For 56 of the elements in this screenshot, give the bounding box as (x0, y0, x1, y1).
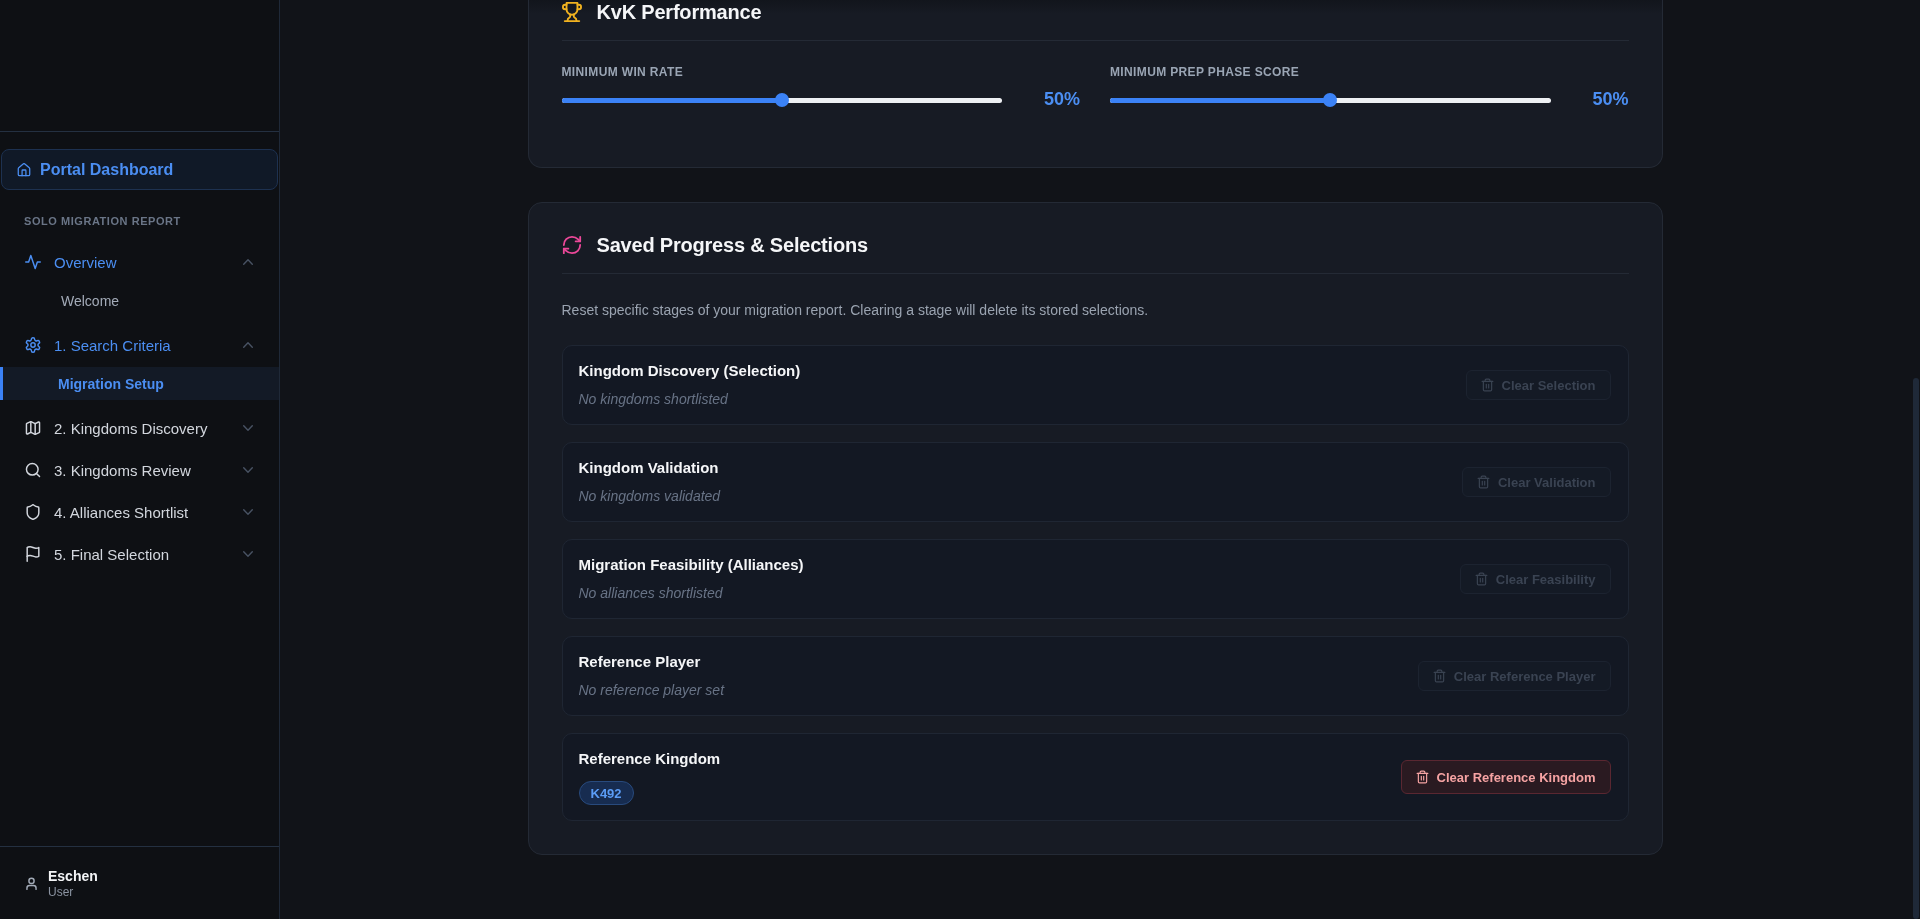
trash-icon (1415, 770, 1429, 784)
trash-icon (1432, 669, 1446, 683)
nav-item[interactable]: 5. Final Selection (0, 533, 279, 575)
user-role: User (48, 884, 75, 899)
chevron-up-icon (243, 342, 253, 348)
slider-label: MINIMUM PREP PHASE SCORE (1110, 65, 1301, 79)
trophy-icon (561, 2, 582, 22)
slider-value: 50% (1042, 89, 1080, 110)
kingdom-tag: K492 (578, 781, 634, 805)
stage-status: No kingdoms shortlisted (578, 390, 728, 409)
flag-icon (25, 546, 41, 562)
nav-subitem[interactable]: Welcome (0, 284, 279, 317)
stage-title: Reference Player (578, 652, 701, 672)
chevron-up-icon (243, 259, 253, 265)
chevron-down-icon (243, 551, 253, 557)
gear-icon (25, 337, 41, 353)
shield-icon (25, 504, 41, 520)
stage-status: No alliances shortlisted (578, 584, 723, 603)
nav-item[interactable]: 2. Kingdoms Discovery (0, 407, 279, 449)
nav-item[interactable]: 1. Search Criteria (0, 324, 279, 366)
refresh-icon (561, 235, 582, 255)
slider-thumb[interactable] (1323, 92, 1338, 107)
nav-item[interactable]: 3. Kingdoms Review (0, 449, 279, 491)
clear-button[interactable]: Clear Reference Kingdom (1400, 760, 1611, 794)
home-button[interactable]: Portal Dashboard (1, 149, 278, 190)
stage-title: Kingdom Validation (578, 458, 719, 478)
chevron-down-icon (243, 509, 253, 515)
stage-status: No reference player set (578, 681, 725, 700)
search-icon (25, 462, 41, 478)
user-name: Eschen (48, 867, 98, 885)
trash-icon (1474, 572, 1488, 586)
stage-title: Reference Kingdom (578, 749, 721, 769)
map-icon (25, 420, 41, 436)
user-icon (26, 876, 37, 890)
slider-track[interactable] (561, 92, 1002, 107)
pulse-icon (25, 254, 41, 270)
slider-label: MINIMUM WIN RATE (561, 65, 685, 79)
card-title: Saved Progress & Selections (596, 233, 868, 257)
scrollbar-thumb[interactable] (1913, 378, 1919, 919)
nav-item[interactable]: Overview (0, 241, 279, 283)
stage-title: Migration Feasibility (Alliances) (578, 555, 804, 575)
stage-status: No kingdoms validated (578, 487, 721, 506)
slider-track[interactable] (1110, 92, 1551, 107)
card-title: KvK Performance (596, 0, 762, 24)
description-text: Reset specific stages of your migration report. Clearing a stage will delete its stored selections. (561, 301, 1150, 320)
stage-title: Kingdom Discovery (Selection) (578, 361, 801, 381)
trash-icon (1480, 378, 1494, 392)
slider-thumb[interactable] (774, 92, 789, 107)
section-heading: SOLO MIGRATION REPORT (24, 215, 182, 228)
slider-value: 50% (1591, 89, 1629, 110)
nav-subitem[interactable]: Migration Setup (0, 367, 279, 400)
trash-icon (1476, 475, 1490, 489)
home-icon (17, 162, 31, 177)
nav-item[interactable]: 4. Alliances Shortlist (0, 491, 279, 533)
chevron-down-icon (243, 425, 253, 431)
chevron-down-icon (243, 467, 253, 473)
